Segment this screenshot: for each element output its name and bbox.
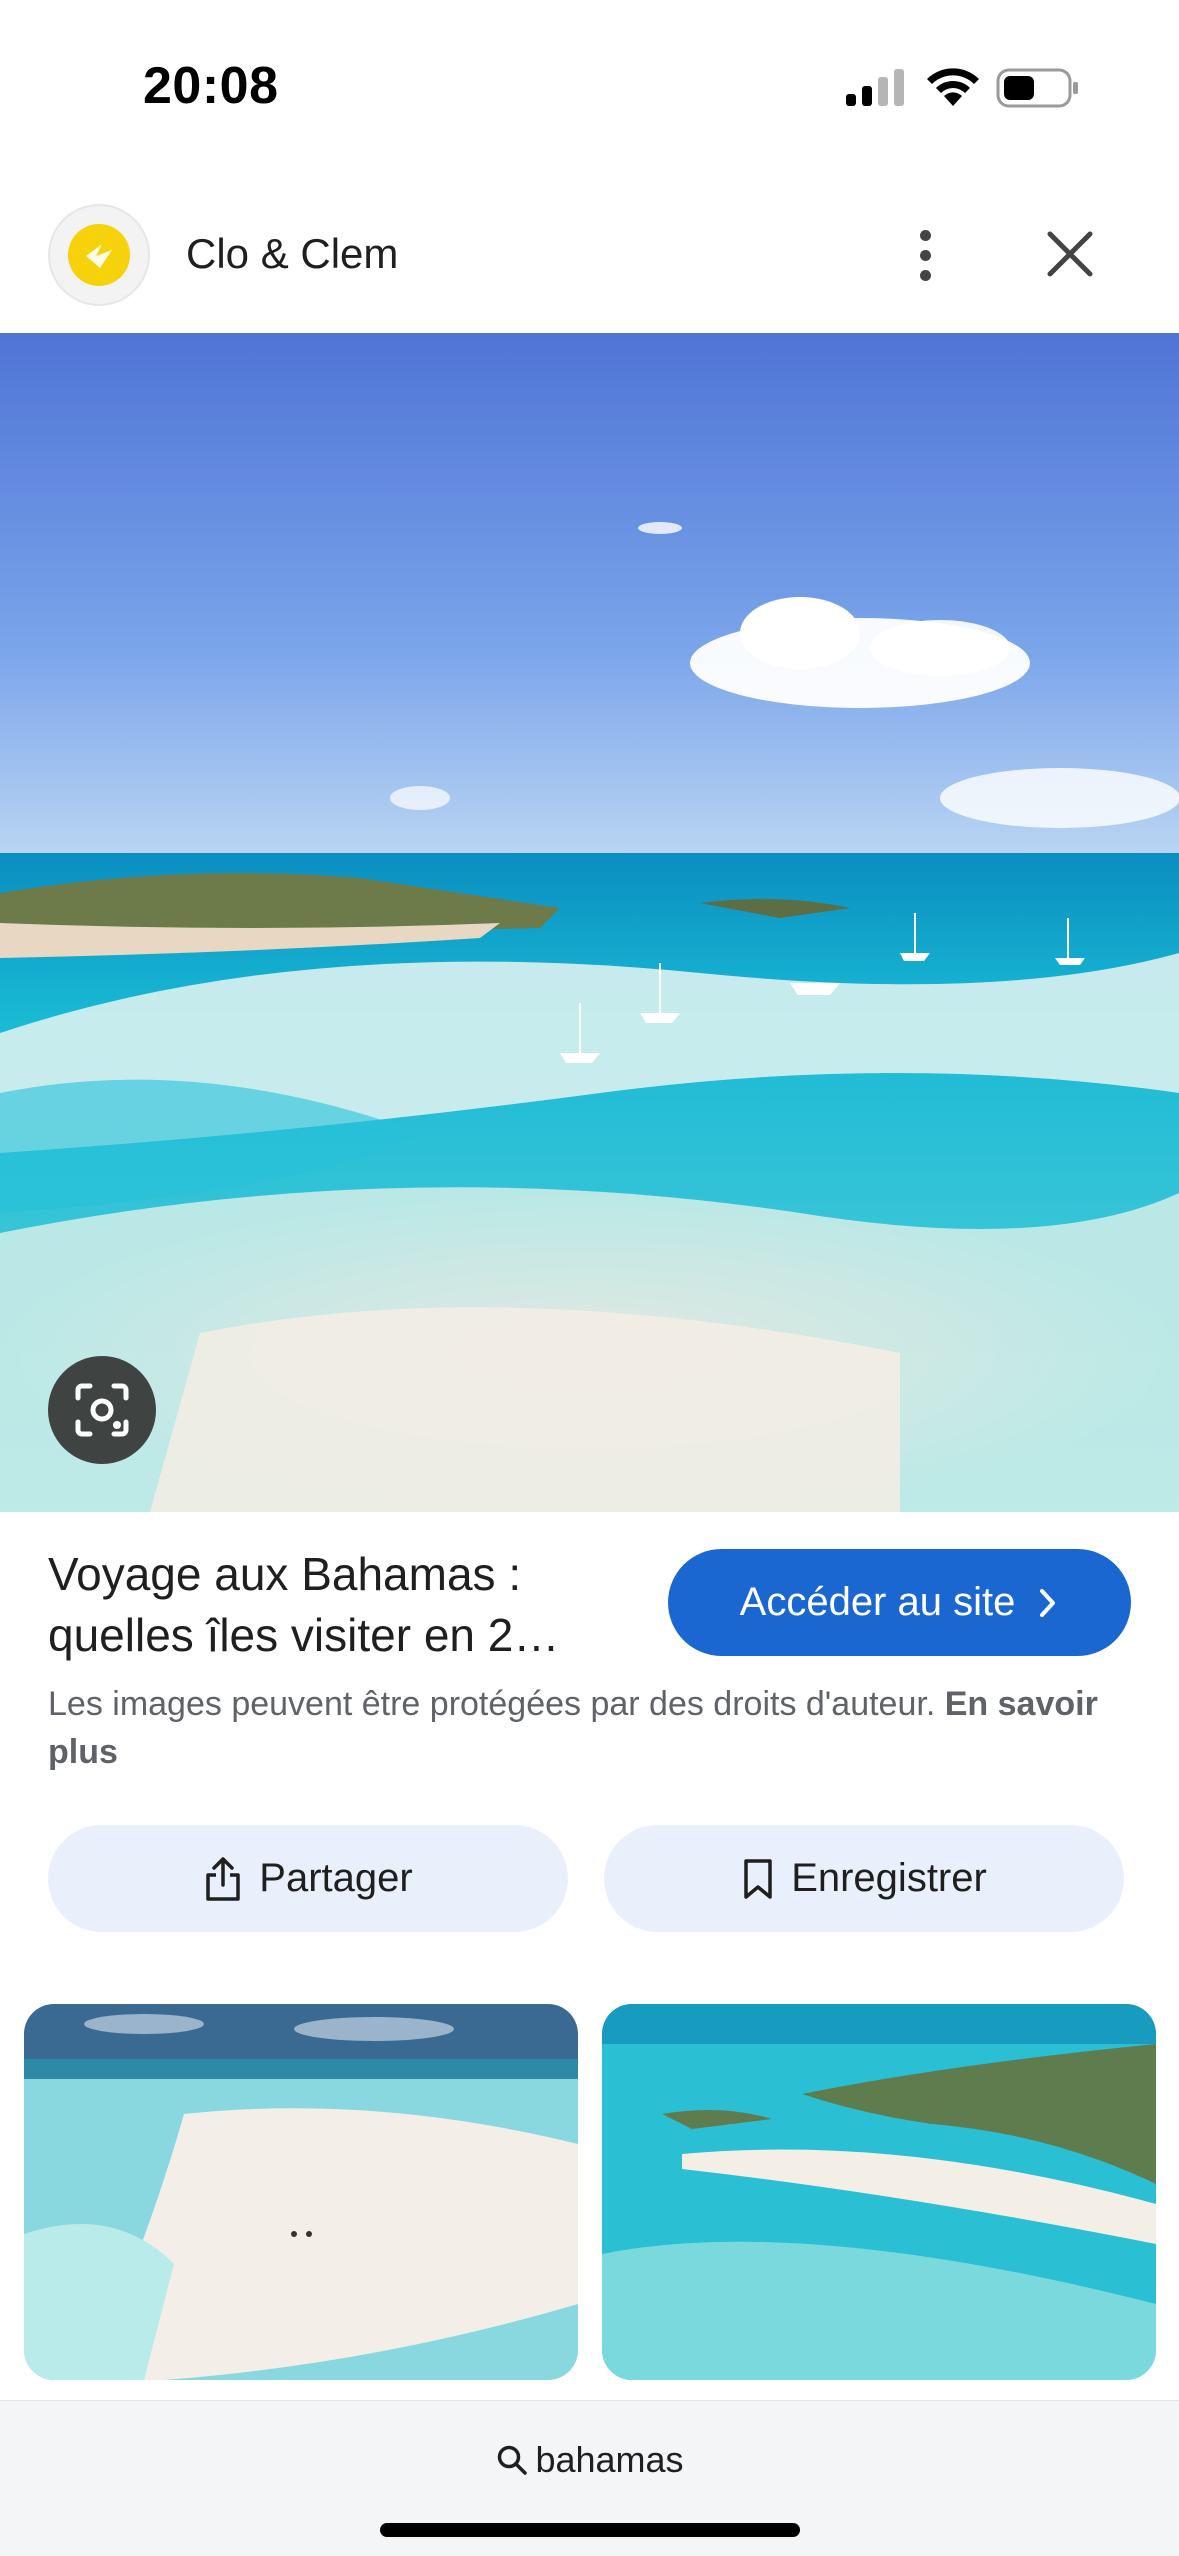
chevron-right-icon bbox=[1040, 1588, 1056, 1617]
share-icon bbox=[206, 1856, 241, 1901]
site-name[interactable]: Clo & Clem bbox=[186, 230, 398, 278]
more-options-button[interactable] bbox=[898, 220, 952, 290]
search-query[interactable]: bahamas bbox=[0, 2439, 1179, 2481]
more-dot-icon bbox=[919, 229, 931, 241]
logo-bird-icon bbox=[68, 224, 130, 286]
visit-site-button[interactable]: Accéder au site bbox=[668, 1549, 1131, 1656]
related-image-thumbnail[interactable] bbox=[24, 2004, 578, 2380]
related-image-thumbnail[interactable] bbox=[602, 2004, 1156, 2380]
home-indicator bbox=[380, 2523, 800, 2537]
save-button[interactable]: Enregistrer bbox=[604, 1825, 1124, 1932]
status-bar: 20:08 bbox=[0, 0, 1179, 150]
wifi-icon bbox=[927, 68, 979, 106]
status-time: 20:08 bbox=[143, 57, 279, 115]
result-header: Clo & Clem bbox=[0, 200, 1179, 334]
visit-site-label: Accéder au site bbox=[739, 1580, 1016, 1624]
copyright-notice: Les images peuvent être protégées par de… bbox=[48, 1680, 1108, 1776]
close-icon[interactable] bbox=[1042, 226, 1098, 282]
cellular-signal-icon bbox=[846, 69, 904, 106]
result-title-line1: Voyage aux Bahamas : bbox=[48, 1548, 522, 1600]
search-icon bbox=[498, 2445, 528, 2475]
result-title-line2: quelles îles visiter en 2… bbox=[48, 1609, 560, 1661]
bottom-search-bar[interactable]: bahamas bbox=[0, 2400, 1179, 2556]
copyright-text: Les images peuvent être protégées par de… bbox=[48, 1685, 936, 1723]
search-query-text: bahamas bbox=[535, 2439, 684, 2480]
save-label: Enregistrer bbox=[791, 1856, 987, 1900]
site-logo[interactable] bbox=[48, 204, 150, 306]
result-title[interactable]: Voyage aux Bahamas : quelles îles visite… bbox=[48, 1544, 628, 1666]
more-dot-icon bbox=[919, 269, 931, 281]
hero-image[interactable] bbox=[0, 333, 1179, 1512]
lens-search-button[interactable] bbox=[48, 1356, 156, 1464]
lens-icon bbox=[75, 1383, 129, 1437]
bookmark-icon bbox=[744, 1858, 772, 1899]
more-dot-icon bbox=[919, 249, 931, 261]
share-button[interactable]: Partager bbox=[48, 1825, 568, 1932]
share-label: Partager bbox=[259, 1856, 413, 1900]
battery-icon bbox=[996, 68, 1078, 108]
